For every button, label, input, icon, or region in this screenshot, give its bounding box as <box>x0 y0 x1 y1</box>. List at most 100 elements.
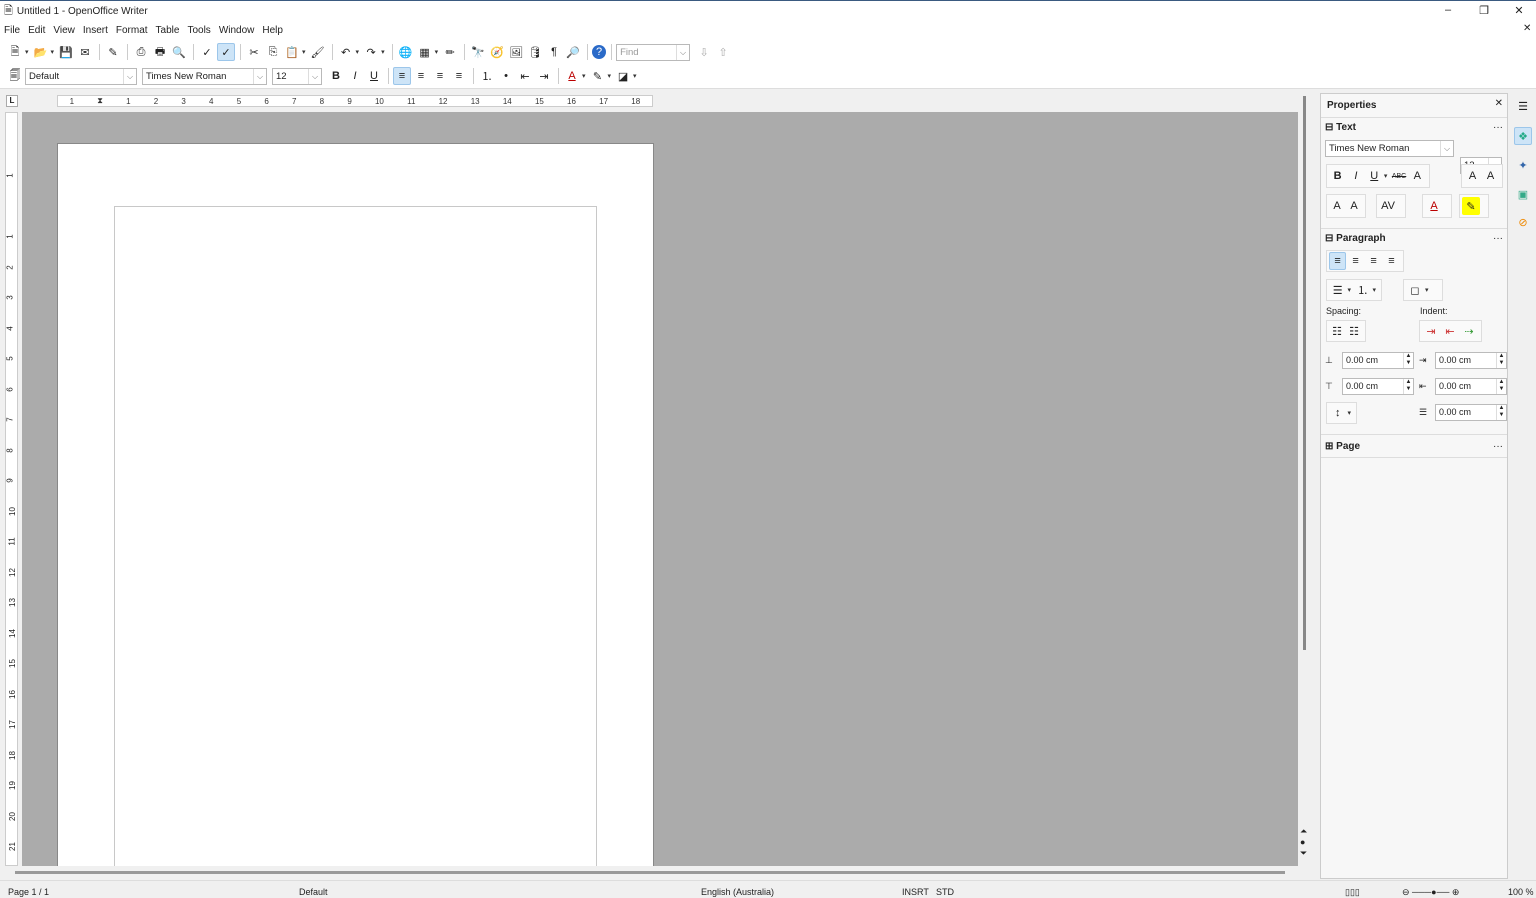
print-icon[interactable]: 🖶 <box>151 43 169 61</box>
spellcheck-icon[interactable]: ✓ <box>198 43 216 61</box>
dropdown-arrow-icon[interactable]: ▾ <box>435 48 439 56</box>
find-replace-icon[interactable]: 🔭 <box>469 43 487 61</box>
zoom-slider[interactable]: ⊖ ───●── ⊕ <box>1402 887 1459 898</box>
autospellcheck-icon[interactable]: ✓ <box>217 43 236 61</box>
vertical-scrollbar[interactable] <box>1303 96 1306 650</box>
close-button[interactable]: ✕ <box>1509 4 1529 17</box>
line-spacing-icon[interactable]: ↕ <box>1329 404 1346 422</box>
page-nav-buttons[interactable]: ⏶ ● ⏷ <box>1300 826 1307 859</box>
dropdown-arrow-icon[interactable]: ▾ <box>302 48 306 56</box>
decrease-indent-icon[interactable]: ⇤ <box>516 67 534 85</box>
gallery-tab-icon[interactable]: ▣ <box>1514 185 1532 203</box>
ruler-scale[interactable]: 1 ⧗ 1 2 3 4 5 6 7 8 9 10 11 12 13 14 15 16 17 18 <box>57 95 653 107</box>
navigator-tab-icon[interactable]: ⊘ <box>1514 213 1532 231</box>
menu-help[interactable]: Help <box>262 25 283 36</box>
below-paragraph-spacing-input[interactable]: 0.00 cm ▲ ▼ <box>1342 378 1414 395</box>
align-right-icon[interactable]: ≡ <box>431 67 449 85</box>
sidebar-font-select[interactable]: Times New Roman ⌵ <box>1325 140 1454 157</box>
collapse-icon[interactable]: ⊟ <box>1325 233 1333 244</box>
bullets-icon[interactable]: ☰ <box>1329 281 1346 299</box>
dropdown-arrow-icon[interactable]: ▾ <box>633 72 637 80</box>
bullets-icon[interactable]: • <box>497 67 515 85</box>
gallery-icon[interactable]: 🖼 <box>507 43 525 61</box>
menu-tools[interactable]: Tools <box>187 25 210 36</box>
align-center-icon[interactable]: ≡ <box>412 67 430 85</box>
edit-file-icon[interactable]: ✎ <box>104 43 122 61</box>
italic-icon[interactable]: I <box>346 67 364 85</box>
shrink-font-icon[interactable]: A <box>1346 197 1362 215</box>
spin-buttons[interactable]: ▲ ▼ <box>1496 379 1506 394</box>
first-line-indent-input[interactable]: 0.00 cm ▲ ▼ <box>1435 404 1507 421</box>
menu-insert[interactable]: Insert <box>83 25 108 36</box>
minimize-button[interactable]: – <box>1438 4 1458 16</box>
dropdown-arrow-icon[interactable]: ▾ <box>25 48 29 56</box>
paragraph-style-select[interactable]: Default ⌵ <box>25 67 137 85</box>
highlighting-icon[interactable]: ✎ <box>589 67 607 85</box>
justify-icon[interactable]: ≡ <box>1383 252 1400 270</box>
copy-icon[interactable]: ⎘ <box>264 43 282 61</box>
font-color-icon[interactable]: A <box>1425 197 1443 215</box>
increase-spacing-icon[interactable]: ☷ <box>1329 322 1345 340</box>
find-next-icon[interactable]: ⇩ <box>695 43 713 61</box>
dropdown-arrow-icon[interactable]: ▾ <box>356 48 360 56</box>
font-name-select[interactable]: Times New Roman ⌵ <box>142 67 267 85</box>
menu-table[interactable]: Table <box>156 25 180 36</box>
find-input[interactable]: Find ⌵ <box>616 43 691 61</box>
paragraph-more-options[interactable]: ··· <box>1493 233 1503 244</box>
decrease-indent-icon[interactable]: ⇤ <box>1441 322 1459 340</box>
dropdown-arrow-icon[interactable]: ▾ <box>381 48 385 56</box>
numbering-icon[interactable]: ⒈ <box>1354 281 1371 299</box>
page-more-options[interactable]: ··· <box>1493 441 1503 452</box>
background-color-icon[interactable]: ◪ <box>614 67 632 85</box>
character-spacing-icon[interactable]: AV <box>1379 197 1397 215</box>
collapse-icon[interactable]: ⊟ <box>1325 122 1333 133</box>
dropdown-arrow-icon[interactable]: ▾ <box>608 72 612 80</box>
find-previous-icon[interactable]: ⇧ <box>714 43 732 61</box>
spin-buttons[interactable]: ▲ ▼ <box>1403 379 1413 394</box>
decrease-spacing-icon[interactable]: ☷ <box>1346 322 1362 340</box>
dropdown-arrow-icon[interactable]: ▾ <box>51 48 55 56</box>
zoom-icon[interactable]: 🔎 <box>564 43 582 61</box>
after-text-indent-input[interactable]: 0.00 cm ▲ ▼ <box>1435 378 1507 395</box>
paragraph-background-icon[interactable]: ◻ <box>1406 281 1424 299</box>
view-layout-icons[interactable]: ▯▯▯ <box>1345 887 1360 898</box>
page-preview-icon[interactable]: 🔍 <box>170 43 188 61</box>
text-area[interactable] <box>114 206 597 866</box>
grow-font-icon[interactable]: A <box>1329 197 1345 215</box>
superscript-icon[interactable]: A <box>1464 167 1481 185</box>
horizontal-scrollbar[interactable] <box>15 871 1285 874</box>
show-draw-functions-icon[interactable]: ✏ <box>441 43 459 61</box>
menu-view[interactable]: View <box>53 25 75 36</box>
underline-icon[interactable]: U <box>1366 167 1383 185</box>
spin-buttons[interactable]: ▲ ▼ <box>1496 353 1506 368</box>
paste-icon[interactable]: 📋 <box>283 43 301 61</box>
subscript-icon[interactable]: A <box>1482 167 1499 185</box>
navigator-icon[interactable]: 🧭 <box>488 43 506 61</box>
save-icon[interactable]: 💾 <box>57 43 75 61</box>
font-size-select[interactable]: 12 ⌵ <box>272 67 322 85</box>
underline-icon[interactable]: U <box>365 67 383 85</box>
menu-edit[interactable]: Edit <box>28 25 45 36</box>
font-color-icon[interactable]: A <box>563 67 581 85</box>
menu-file[interactable]: File <box>4 25 20 36</box>
cut-icon[interactable]: ✂ <box>245 43 263 61</box>
bold-icon[interactable]: B <box>327 67 345 85</box>
hanging-indent-icon[interactable]: ⇢ <box>1460 322 1478 340</box>
restore-button[interactable]: ❐ <box>1474 4 1494 17</box>
justify-icon[interactable]: ≡ <box>450 67 468 85</box>
shadow-icon[interactable]: A <box>1409 167 1426 185</box>
styles-formatting-icon[interactable]: 🗐 <box>6 67 24 85</box>
vertical-ruler[interactable]: 1 1 2 3 4 5 6 7 8 9 10 11 12 13 14 15 16 17 18 19 20 21 <box>5 112 18 866</box>
strikethrough-icon[interactable]: ABC <box>1390 167 1407 185</box>
above-paragraph-spacing-input[interactable]: 0.00 cm ▲ ▼ <box>1342 352 1414 369</box>
highlight-icon[interactable]: ✎ <box>1462 197 1480 215</box>
before-text-indent-input[interactable]: 0.00 cm ▲ ▼ <box>1435 352 1507 369</box>
table-icon[interactable]: ▦ <box>416 43 434 61</box>
sidebar-menu-icon[interactable]: ☰ <box>1514 97 1532 115</box>
spin-buttons[interactable]: ▲ ▼ <box>1496 405 1506 420</box>
align-left-icon[interactable]: ≡ <box>393 67 411 85</box>
export-pdf-icon[interactable]: ⎙ <box>132 43 150 61</box>
styles-tab-icon[interactable]: ✦ <box>1514 156 1532 174</box>
redo-icon[interactable]: ↷ <box>362 43 380 61</box>
new-icon[interactable]: 🗎 <box>6 43 24 61</box>
